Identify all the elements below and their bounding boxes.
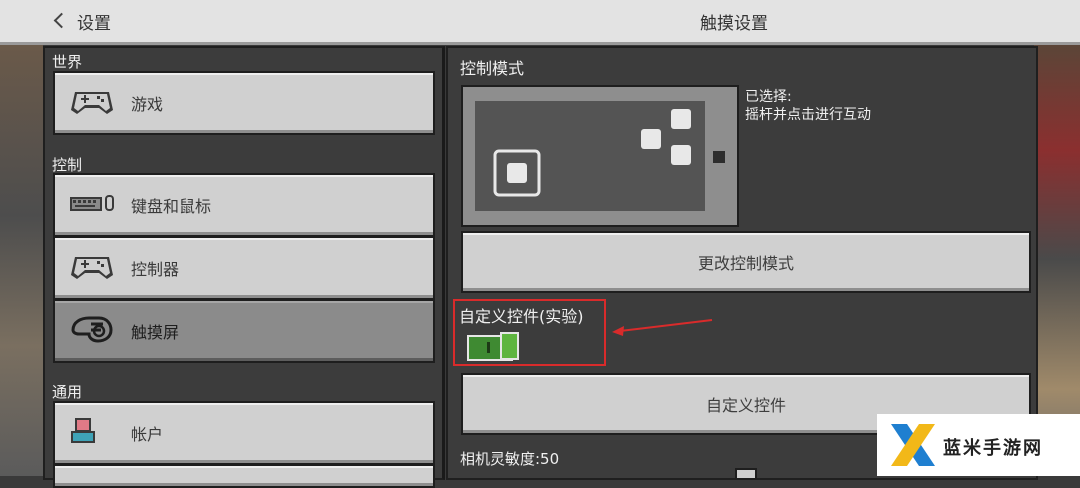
controller-icon: [69, 251, 115, 285]
gamepad-icon: [69, 86, 115, 120]
back-label: 设置: [77, 13, 111, 34]
section-label-general: 通用: [52, 383, 83, 401]
background-scenery-left: [0, 42, 43, 476]
sidebar-item-controller[interactable]: 控制器: [53, 236, 435, 300]
section-label-world: 世界: [52, 53, 83, 71]
selected-mode-title: 已选择:: [745, 89, 792, 105]
background-scenery-right: [1034, 42, 1080, 476]
chevron-left-icon: [53, 12, 70, 29]
control-mode-title: 控制模式: [460, 59, 525, 78]
preview-screen: [475, 101, 705, 211]
change-control-mode-button[interactable]: 更改控制模式: [461, 231, 1031, 293]
sidebar-item-label: 游戏: [131, 95, 164, 114]
sidebar-item-label: 帐户: [131, 425, 164, 444]
sidebar-item-label: 控制器: [131, 260, 180, 279]
sidebar-item-game[interactable]: 游戏: [53, 71, 435, 135]
section-label-controls: 控制: [52, 156, 83, 174]
sidebar-item-keyboard-mouse[interactable]: 键盘和鼠标: [53, 173, 435, 237]
selected-mode-value: 摇杆并点击进行互动: [745, 107, 871, 123]
preview-home-button: [713, 151, 725, 163]
camera-sensitivity-label: 相机灵敏度:50: [460, 450, 560, 468]
sidebar-item-label: 触摸屏: [131, 323, 180, 342]
camera-sensitivity-slider-knob[interactable]: [735, 468, 757, 478]
page-title: 触摸设置: [700, 14, 768, 34]
sidebar-item-touchscreen[interactable]: 触摸屏: [53, 299, 435, 363]
watermark-logo-icon: [891, 424, 935, 466]
sidebar-item-label: 键盘和鼠标: [131, 197, 212, 216]
annotation-highlight-box: [453, 299, 606, 366]
watermark-text: 蓝米手游网: [943, 438, 1043, 459]
annotation-arrow-icon: [612, 319, 713, 336]
back-button[interactable]: 设置: [53, 8, 111, 34]
account-icon: [71, 418, 95, 448]
sidebar-item-partial[interactable]: [53, 464, 435, 488]
control-mode-preview: [461, 85, 739, 227]
top-bar: 设置 触摸设置: [0, 0, 1080, 45]
touch-hand-icon: [69, 314, 113, 348]
keyboard-mouse-icon: [69, 192, 115, 218]
sidebar-item-account[interactable]: 帐户: [53, 401, 435, 465]
site-watermark: 蓝米手游网: [877, 414, 1080, 476]
